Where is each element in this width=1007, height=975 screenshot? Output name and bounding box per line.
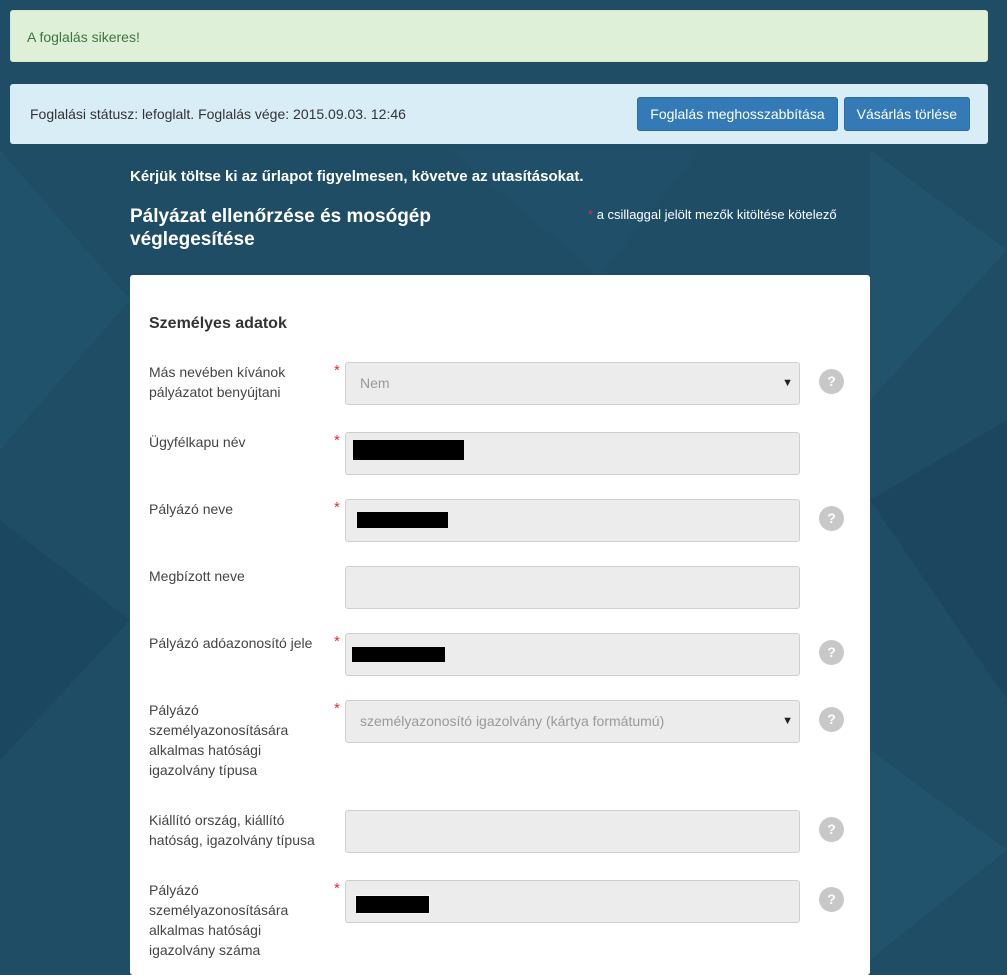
issuer-input[interactable] — [345, 810, 800, 853]
required-star: * — [334, 633, 340, 650]
help-icon[interactable]: ? — [819, 506, 844, 531]
field-label: Pályázó személyazonosítására alkalmas ha… — [149, 882, 289, 958]
redacted-value — [353, 440, 464, 460]
reservation-status-text: Foglalási státusz: lefoglalt. Foglalás v… — [30, 106, 406, 122]
id-type-select[interactable]: személyazonosító igazolvány (kártya form… — [345, 700, 800, 743]
required-note: * a csillaggal jelölt mezők kitöltése kö… — [588, 207, 837, 222]
help-icon[interactable]: ? — [819, 707, 844, 732]
caret-down-icon: ▼ — [782, 377, 793, 389]
select-value: személyazonosító igazolvány (kártya form… — [360, 713, 665, 729]
form-card: Személyes adatok Más nevében kívánok pál… — [130, 275, 870, 975]
required-star: * — [334, 432, 340, 449]
required-note-text: a csillaggal jelölt mezők kitöltése köte… — [596, 207, 837, 222]
required-star: * — [588, 207, 594, 222]
cancel-purchase-button[interactable]: Vásárlás törlése — [843, 97, 970, 131]
required-star: * — [334, 700, 340, 717]
required-star: * — [334, 880, 340, 897]
redacted-value — [355, 895, 430, 914]
reservation-status-bar: Foglalási státusz: lefoglalt. Foglalás v… — [10, 84, 988, 144]
field-label: Kiállító ország, kiállító hatóság, igazo… — [149, 812, 315, 848]
redacted-value — [357, 512, 448, 528]
client-gate-name-input[interactable] — [345, 432, 800, 475]
page-title: Pályázat ellenőrzése és mosógép végleges… — [130, 206, 431, 250]
select-value: Nem — [360, 375, 390, 391]
required-star: * — [334, 499, 340, 516]
on-behalf-select[interactable]: Nem ▼ — [345, 362, 800, 405]
agent-name-input[interactable] — [345, 566, 800, 609]
help-icon[interactable]: ? — [819, 640, 844, 665]
field-label: Más nevében kívánok pályázatot benyújtan… — [149, 364, 286, 400]
field-label: Pályázó adóazonosító jele — [149, 635, 313, 651]
applicant-name-input[interactable] — [345, 499, 800, 542]
field-label: Pályázó neve — [149, 501, 234, 517]
tax-id-input[interactable] — [345, 633, 800, 676]
field-label: Pályázó személyazonosítására alkalmas ha… — [149, 702, 289, 778]
field-label: Megbízott neve — [149, 568, 245, 584]
id-number-input[interactable] — [345, 880, 800, 923]
form-intro: Kérjük töltse ki az űrlapot figyelmesen,… — [130, 168, 584, 185]
caret-down-icon: ▼ — [782, 715, 793, 727]
field-label: Ügyfélkapu név — [149, 434, 246, 450]
success-alert: A foglalás sikeres! — [10, 10, 988, 62]
help-icon[interactable]: ? — [819, 817, 844, 842]
help-icon[interactable]: ? — [819, 369, 844, 394]
help-icon[interactable]: ? — [819, 887, 844, 912]
section-title: Személyes adatok — [149, 315, 287, 332]
extend-reservation-button[interactable]: Foglalás meghosszabbítása — [637, 97, 838, 131]
required-star: * — [334, 362, 340, 379]
success-message: A foglalás sikeres! — [27, 29, 140, 45]
redacted-value — [352, 647, 445, 662]
